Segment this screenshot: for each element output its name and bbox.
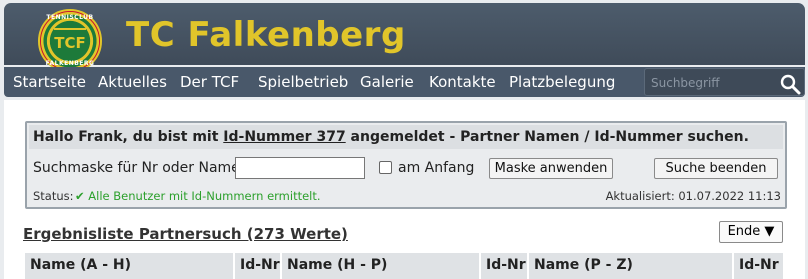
logo-ring-bottom-text: FALKENBERG bbox=[45, 60, 95, 67]
search-panel: Hallo Frank, du bist mit Id-Nummer 377 a… bbox=[25, 121, 787, 209]
nav-item-platzbelegung[interactable]: Platzbelegung bbox=[509, 73, 615, 91]
nav-item-startseite[interactable]: Startseite bbox=[13, 73, 86, 91]
search-mask-label: Suchmaske für Nr oder Name: bbox=[33, 160, 245, 176]
column-header-name-a-h: Name (A - H) bbox=[25, 253, 233, 279]
logo-center-text: TCF bbox=[54, 28, 86, 54]
results-title: Ergebnisliste Partnersuch (273 Werte) bbox=[23, 225, 348, 243]
am-anfang-label: am Anfang bbox=[398, 160, 475, 176]
greeting-prefix: Hallo Frank, du bist mit bbox=[33, 129, 224, 145]
club-logo[interactable]: TENNISCLUB TCF FALKENBERG bbox=[38, 9, 102, 73]
main-content: Hallo Frank, du bist mit Id-Nummer 377 a… bbox=[4, 100, 805, 279]
am-anfang-checkbox[interactable] bbox=[379, 161, 392, 174]
end-search-button[interactable]: Suche beenden bbox=[654, 158, 778, 179]
search-input[interactable] bbox=[651, 74, 771, 92]
nav-item-spielbetrieb[interactable]: Spielbetrieb bbox=[258, 73, 348, 91]
nav-item-der-tcf[interactable]: Der TCF bbox=[180, 73, 239, 91]
last-updated: Aktualisiert: 01.07.2022 11:13 bbox=[605, 189, 781, 203]
search-box bbox=[644, 68, 805, 96]
search-controls: Suchmaske für Nr oder Name: am Anfang Ma… bbox=[31, 157, 781, 181]
logo-ring-top-text: TENNISCLUB bbox=[46, 14, 94, 21]
status-label: Status: bbox=[33, 189, 74, 203]
nav-item-kontakte[interactable]: Kontakte bbox=[429, 73, 496, 91]
site-header: TENNISCLUB TCF FALKENBERG TC Falkenberg bbox=[4, 3, 805, 73]
greeting-suffix: angemeldet - Partner Namen / Id-Nummer s… bbox=[345, 129, 749, 145]
jump-to-end-button[interactable]: Ende ▼ bbox=[719, 221, 783, 243]
column-header-name-p-z: Name (P - Z) bbox=[529, 253, 732, 279]
column-header-name-h-p: Name (H - P) bbox=[282, 253, 479, 279]
apply-mask-button[interactable]: Maske anwenden bbox=[489, 158, 613, 179]
main-nav: Startseite Aktuelles Der TCF Spielbetrie… bbox=[4, 67, 805, 97]
id-number-link[interactable]: Id-Nummer 377 bbox=[223, 129, 345, 145]
status-text: ✔ Alle Benutzer mit Id-Nummern ermittelt… bbox=[75, 189, 321, 203]
search-mask-input[interactable] bbox=[235, 157, 365, 179]
nav-item-galerie[interactable]: Galerie bbox=[360, 73, 414, 91]
site-title[interactable]: TC Falkenberg bbox=[126, 15, 406, 55]
column-header-id-nr-3: Id-Nr bbox=[734, 253, 783, 279]
greeting-line: Hallo Frank, du bist mit Id-Nummer 377 a… bbox=[29, 125, 783, 149]
column-header-id-nr-2: Id-Nr bbox=[481, 253, 527, 279]
column-header-id-nr-1: Id-Nr bbox=[235, 253, 280, 279]
search-icon[interactable] bbox=[779, 73, 801, 95]
nav-item-aktuelles[interactable]: Aktuelles bbox=[98, 73, 167, 91]
status-line: Status: ✔ Alle Benutzer mit Id-Nummern e… bbox=[31, 188, 781, 204]
